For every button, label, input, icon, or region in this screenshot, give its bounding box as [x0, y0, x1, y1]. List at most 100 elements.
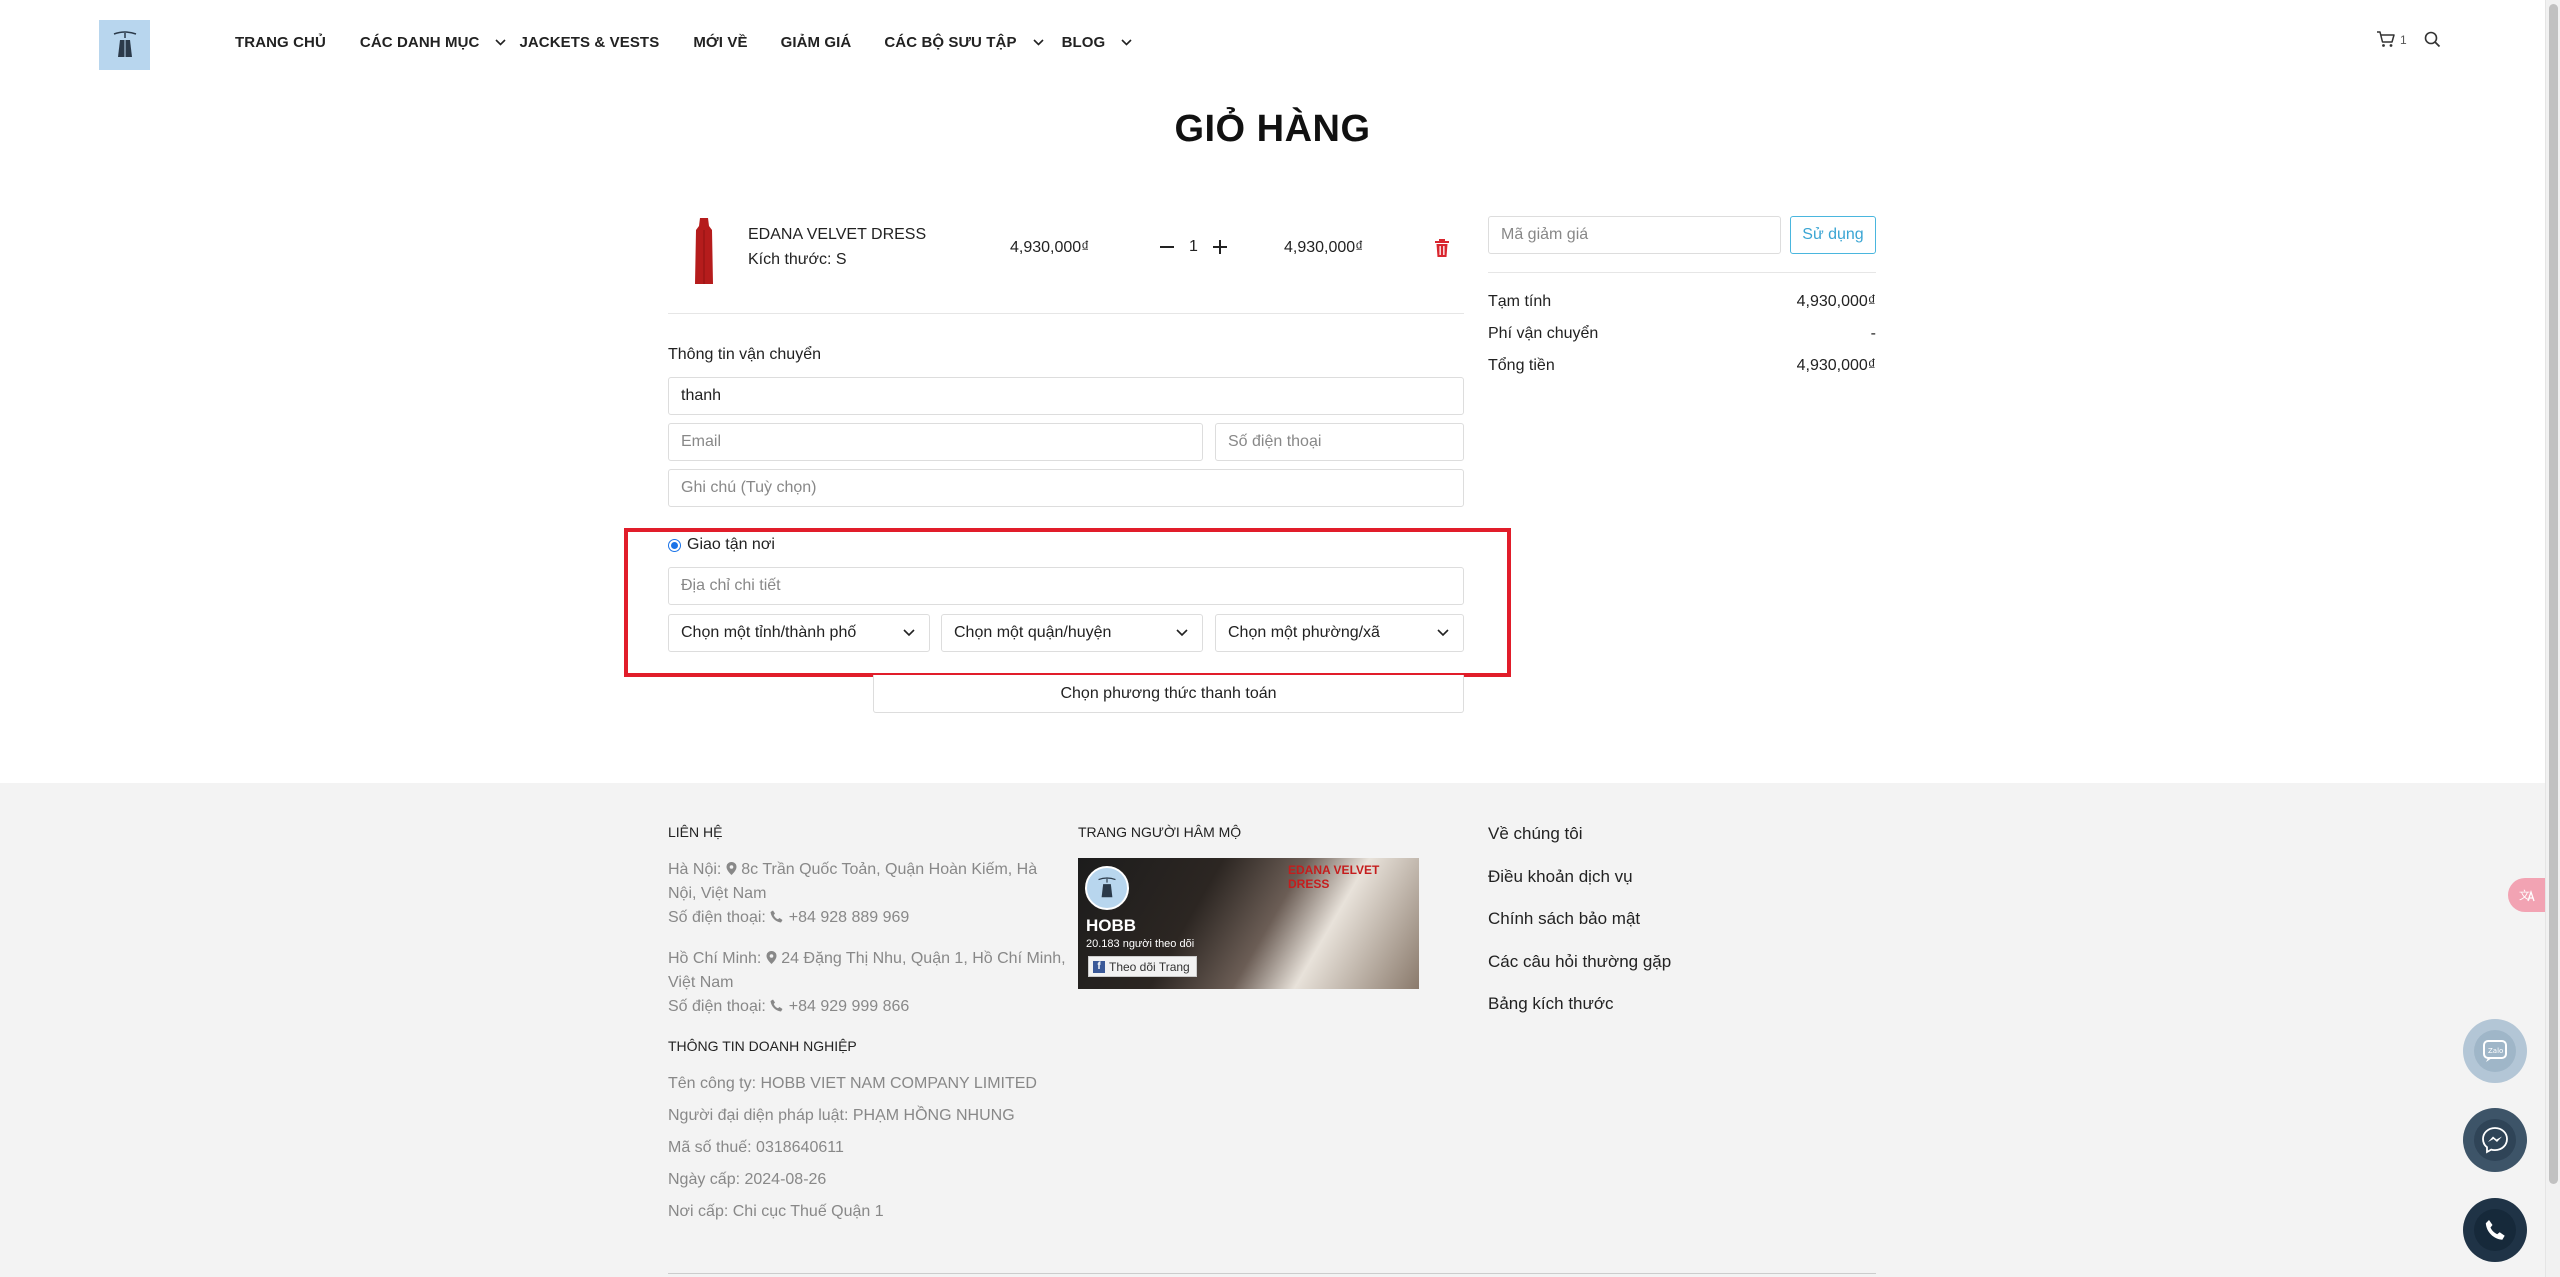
facebook-page-widget[interactable]: EDANA VELVET DRESS HOBB 20.183 người the…: [1078, 858, 1419, 989]
cart-count: 1: [2400, 32, 2407, 47]
nav-cac-danh-muc[interactable]: CÁC DANH MỤC: [360, 34, 507, 51]
hcm-address: 24 Đặng Thị Nhu, Quận 1, Hồ Chí Minh,: [781, 950, 1066, 967]
payment-method-button[interactable]: Chọn phương thức thanh toán: [873, 675, 1464, 713]
nav-giam-gia[interactable]: GIẢM GIÁ: [781, 34, 852, 51]
quantity-value: 1: [1189, 238, 1198, 255]
address-field[interactable]: [668, 567, 1464, 605]
phone-icon: [770, 999, 783, 1012]
district-select-value: Chọn một quận/huyện: [954, 624, 1112, 641]
nav-moi-ve[interactable]: MỚI VỀ: [693, 34, 747, 51]
business-heading: THÔNG TIN DOANH NGHIỆP: [668, 1038, 857, 1054]
header-actions: 1: [2376, 31, 2441, 48]
shipping-fee-label: Phí vận chuyển: [1488, 325, 1599, 342]
apply-coupon-button[interactable]: Sử dụng: [1790, 216, 1876, 254]
ward-select-value: Chọn một phường/xã: [1228, 624, 1380, 641]
nav-label: CÁC BỘ SƯU TẬP: [884, 34, 1017, 51]
nav-label: GIẢM GIÁ: [780, 34, 852, 51]
phone-icon: [2474, 1209, 2516, 1251]
company-name: Tên công ty: HOBB VIET NAM COMPANY LIMIT…: [668, 1075, 1037, 1092]
footer-link-privacy[interactable]: Chính sách bảo mật: [1488, 909, 1640, 929]
subtotal-row: Tạm tính 4,930,000₫: [1488, 293, 1876, 311]
nav-blog[interactable]: BLOG: [1062, 34, 1133, 51]
translate-icon[interactable]: 文: [2508, 878, 2545, 912]
footer-link-about[interactable]: Về chúng tôi: [1488, 824, 1583, 844]
coupon-field[interactable]: [1488, 216, 1781, 254]
shipping-fee-value: -: [1870, 325, 1876, 342]
phone-call-button[interactable]: [2463, 1198, 2527, 1262]
product-name[interactable]: EDANA VELVET DRESS: [748, 226, 926, 244]
site-header: TRANG CHỦ CÁC DANH MỤC JACKETS & VESTS M…: [0, 0, 2545, 90]
location-pin-icon: [726, 862, 737, 875]
subtotal-label: Tạm tính: [1488, 293, 1552, 310]
tax-code: Mã số thuế: 0318640611: [668, 1139, 844, 1156]
footer-link-terms[interactable]: Điều khoản dịch vụ: [1488, 867, 1633, 887]
trash-icon[interactable]: [1433, 238, 1451, 258]
fb-banner-text: EDANA VELVET DRESS: [1288, 863, 1380, 891]
hanoi-phone[interactable]: +84 928 889 969: [789, 909, 910, 926]
fb-follow-button[interactable]: f Theo dõi Trang: [1088, 956, 1197, 977]
note-field[interactable]: [668, 469, 1464, 507]
nav-label: MỚI VỀ: [693, 34, 748, 51]
page-scrollbar[interactable]: [2545, 0, 2560, 1277]
product-price: 4,930,000₫: [1010, 239, 1090, 256]
delivery-option-label: Giao tận nơi: [687, 536, 775, 553]
fb-follow-label: Theo dõi Trang: [1109, 959, 1190, 974]
subtotal-value: 4,930,000₫: [1796, 293, 1876, 310]
name-field[interactable]: [668, 377, 1464, 415]
nav-label: TRANG CHỦ: [235, 34, 326, 51]
phone-field[interactable]: [1215, 423, 1464, 461]
messenger-button[interactable]: [2463, 1108, 2527, 1172]
hanoi-address: 8c Trần Quốc Toản, Quận Hoàn Kiếm, Hà: [741, 861, 1038, 878]
hcm-contact: Hồ Chí Minh: 24 Đặng Thị Nhu, Quận 1, Hồ…: [668, 947, 1068, 1019]
total-label: Tổng tiền: [1488, 357, 1555, 374]
legal-representative: Người đại diện pháp luật: PHẠM HỒNG NHUN…: [668, 1107, 1015, 1124]
hcm-address-line2: Việt Nam: [668, 974, 734, 991]
page-title: GIỎ HÀNG: [1174, 108, 1371, 150]
chevron-down-icon: [903, 629, 915, 637]
nav-jackets-vests[interactable]: JACKETS & VESTS: [519, 34, 659, 51]
fb-followers: 20.183 người theo dõi: [1086, 938, 1195, 950]
contact-heading: LIÊN HỆ: [668, 824, 723, 840]
hanoi-label: Hà Nội:: [668, 861, 722, 878]
hcm-label: Hồ Chí Minh:: [668, 950, 762, 967]
hobb-logo-icon: [1098, 877, 1116, 898]
search-icon[interactable]: [2424, 31, 2441, 48]
chevron-down-icon: [1176, 629, 1188, 637]
quantity-stepper: 1: [1159, 237, 1228, 257]
delivery-option[interactable]: Giao tận nơi: [668, 536, 775, 554]
footer-link-faq[interactable]: Các câu hỏi thường gặp: [1488, 952, 1671, 972]
total-value: 4,930,000₫: [1796, 357, 1876, 374]
email-field[interactable]: [668, 423, 1203, 461]
province-select[interactable]: Chọn một tỉnh/thành phố: [668, 614, 930, 652]
phone-icon: [770, 910, 783, 923]
chevron-down-icon[interactable]: [495, 39, 507, 46]
fb-page-name: HOBB: [1086, 916, 1137, 935]
chevron-down-icon[interactable]: [1121, 39, 1132, 46]
chevron-down-icon[interactable]: [1032, 39, 1044, 46]
minus-icon[interactable]: [1159, 237, 1175, 257]
fb-avatar: [1085, 866, 1129, 910]
zalo-chat-button[interactable]: Zalo: [2463, 1019, 2527, 1083]
district-select[interactable]: Chọn một quận/huyện: [941, 614, 1203, 652]
hcm-phone-label: Số điện thoại:: [668, 998, 766, 1015]
radio-button[interactable]: [668, 538, 681, 552]
footer-link-size-chart[interactable]: Bảng kích thước: [1488, 994, 1614, 1014]
nav-trang-chu[interactable]: TRANG CHỦ: [235, 34, 326, 51]
issue-date: Ngày cấp: 2024-08-26: [668, 1171, 827, 1188]
main-nav: TRANG CHỦ CÁC DANH MỤC JACKETS & VESTS M…: [235, 34, 1132, 51]
site-logo[interactable]: [99, 20, 150, 70]
fanpage-heading: TRANG NGƯỜI HÂM MỘ: [1078, 824, 1242, 840]
hcm-phone[interactable]: +84 929 999 866: [789, 998, 910, 1015]
product-size: Kích thước: S: [748, 251, 847, 268]
product-thumbnail[interactable]: [686, 216, 722, 286]
ward-select[interactable]: Chọn một phường/xã: [1215, 614, 1464, 652]
plus-icon[interactable]: [1212, 237, 1228, 257]
cart-button[interactable]: 1: [2376, 31, 2407, 48]
nav-label: CÁC DANH MỤC: [359, 34, 480, 51]
shipping-fee-row: Phí vận chuyển -: [1488, 325, 1876, 343]
chevron-down-icon: [1437, 629, 1449, 637]
hobb-logo-icon: [113, 31, 136, 57]
nav-cac-bo-suu-tap[interactable]: CÁC BỘ SƯU TẬP: [884, 34, 1044, 51]
scrollbar-thumb[interactable]: [2549, 4, 2558, 1184]
footer-divider: [668, 1273, 1876, 1274]
